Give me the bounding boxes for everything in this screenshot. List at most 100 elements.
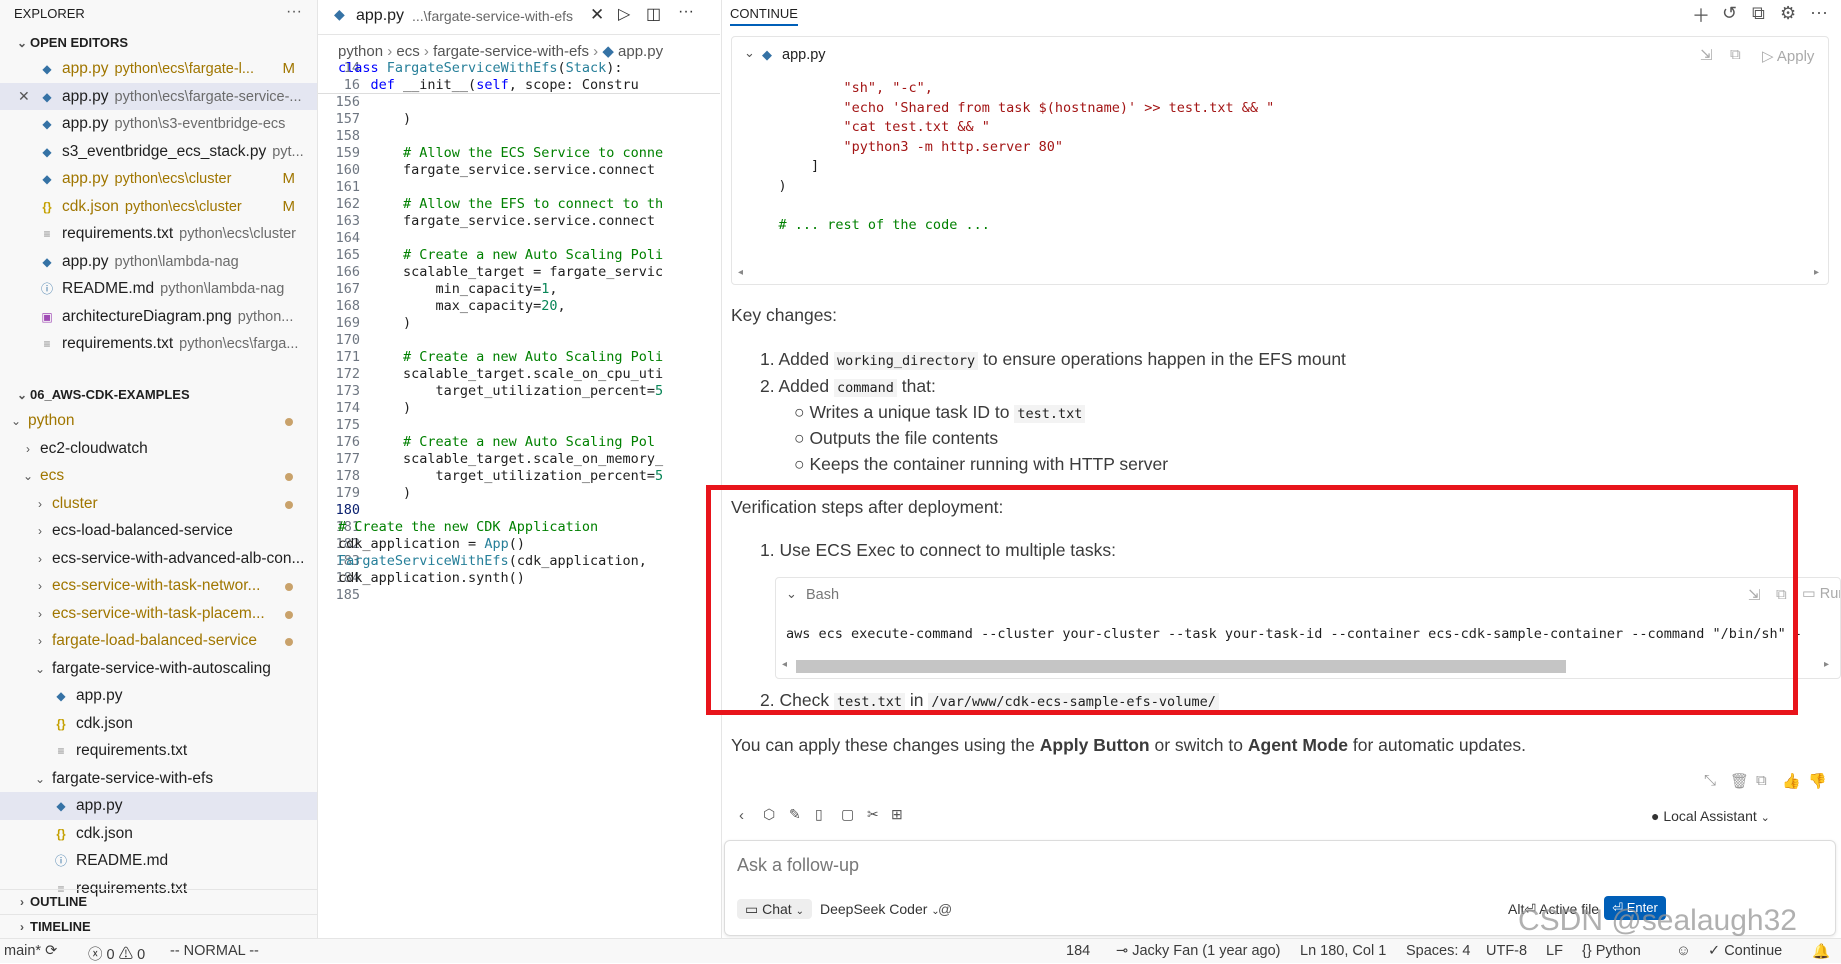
mention-button[interactable]: @: [938, 899, 952, 919]
thumbs-up-icon[interactable]: 👍: [1782, 772, 1801, 790]
tree-item[interactable]: ⌄ fargate-service-with-efs: [0, 765, 317, 793]
more-actions-icon[interactable]: ···: [678, 3, 694, 21]
tree-item[interactable]: ⓘ README.md: [0, 847, 317, 875]
copilot-icon[interactable]: ☺: [1676, 943, 1691, 959]
bell-icon[interactable]: 🔔: [1812, 943, 1830, 960]
copy-icon[interactable]: ⧉: [1730, 46, 1741, 63]
scroll-right-icon[interactable]: ▸: [1814, 267, 1819, 278]
breadcrumb-item[interactable]: ecs: [396, 43, 419, 60]
workspace-header[interactable]: ⌄ 06_AWS-CDK-EXAMPLES: [0, 383, 317, 407]
chevron-right-icon: ›: [38, 496, 42, 511]
open-editor-item[interactable]: ▣ architectureDiagram.png python...: [0, 303, 317, 331]
split-editor-icon[interactable]: ◫: [646, 4, 661, 24]
workspace-section: ⌄ 06_AWS-CDK-EXAMPLES ⌄ python › ec2-cloudwa…: [0, 383, 317, 902]
history-icon[interactable]: ↺: [1722, 3, 1737, 24]
open-external-icon[interactable]: ⧉: [1752, 3, 1765, 24]
sticky-scroll-divider: [318, 93, 720, 94]
open-editor-item[interactable]: {} cdk.json python\ecs\cluster M: [0, 193, 317, 221]
open-editor-item[interactable]: ◆ s3_eventbridge_ecs_stack.py pyt...: [0, 138, 317, 166]
tree-item[interactable]: ⌄ ecs: [0, 462, 317, 490]
grid-icon[interactable]: ⊞: [891, 806, 903, 823]
chevron-left-icon[interactable]: ‹: [739, 807, 744, 824]
open-editor-item[interactable]: ✕ ◆ app.py python\ecs\fargate-service-...: [0, 82, 317, 111]
run-button[interactable]: ▭ Run: [1802, 586, 1840, 602]
tree-item[interactable]: ⌄ python: [0, 407, 317, 435]
open-editor-item[interactable]: ◆ app.py python\s3-eventbridge-ecs: [0, 110, 317, 138]
more-actions-icon[interactable]: ···: [286, 3, 302, 21]
tree-item[interactable]: › ec2-cloudwatch: [0, 435, 317, 463]
more-actions-icon[interactable]: ···: [1810, 2, 1828, 23]
open-editors-header[interactable]: ⌄ OPEN EDITORS: [0, 31, 317, 55]
breadcrumb-item[interactable]: app.py: [618, 43, 663, 60]
tree-item[interactable]: › ecs-service-with-task-placem...: [0, 600, 317, 628]
chevron-down-icon[interactable]: ⌄: [786, 586, 797, 602]
tree-item[interactable]: ⌄ fargate-service-with-autoscaling: [0, 655, 317, 683]
open-editor-item[interactable]: ≡ requirements.txt python\ecs\cluster: [0, 220, 317, 248]
model-selector[interactable]: DeepSeek Coder ⌄: [820, 899, 940, 922]
copy-icon[interactable]: ⧉: [1756, 772, 1767, 789]
tree-item[interactable]: › cluster: [0, 490, 317, 518]
open-editor-item[interactable]: ≡ requirements.txt python\ecs\farga...: [0, 330, 317, 358]
line-number: 156: [335, 94, 360, 110]
book-icon[interactable]: ▯: [815, 806, 823, 823]
open-editor-item[interactable]: ◆ app.py python\lambda-nag: [0, 248, 317, 276]
open-editor-item[interactable]: ◆ app.py python\ecs\fargate-l... M: [0, 55, 317, 83]
git-blame[interactable]: ⊸ Jacky Fan (1 year ago): [1116, 943, 1280, 959]
tree-item[interactable]: {} cdk.json: [0, 820, 317, 848]
tree-item[interactable]: › ecs-service-with-task-networ...: [0, 572, 317, 600]
horizontal-scrollbar[interactable]: [796, 660, 1566, 673]
thumbs-down-icon[interactable]: 👎: [1808, 772, 1827, 790]
code-area[interactable]: 14 class FargateServiceWithEfs(Stack): 16 …: [318, 60, 720, 700]
apply-button[interactable]: ▷ Apply: [1762, 47, 1814, 65]
close-icon[interactable]: ✕: [18, 83, 40, 111]
branch-indicator[interactable]: main* ⟳: [4, 943, 57, 959]
gear-icon[interactable]: ⚙: [1780, 3, 1796, 24]
pencil-icon[interactable]: ✎: [789, 806, 801, 823]
copy-icon[interactable]: ⧉: [1776, 586, 1787, 603]
collapse-icon[interactable]: ⤡: [1704, 772, 1716, 789]
close-icon[interactable]: ✕: [590, 5, 604, 25]
language-mode[interactable]: {} Python: [1582, 943, 1641, 959]
file-path: python...: [237, 308, 294, 325]
tree-item[interactable]: › ecs-load-balanced-service: [0, 517, 317, 545]
open-editor-item[interactable]: ◆ app.py python\ecs\cluster M: [0, 165, 317, 193]
scroll-left-icon[interactable]: ◂: [738, 267, 743, 278]
insert-icon[interactable]: ⇲: [1700, 46, 1713, 64]
end-of-line[interactable]: LF: [1546, 943, 1563, 959]
tree-item[interactable]: {} cdk.json: [0, 710, 317, 738]
tree-item[interactable]: ◆ app.py: [0, 682, 317, 710]
open-editor-item[interactable]: ⓘ README.md python\lambda-nag: [0, 275, 317, 303]
trash-icon[interactable]: 🗑: [1730, 772, 1749, 790]
chevron-down-icon: ⌄: [10, 414, 22, 428]
breadcrumb-item[interactable]: fargate-service-with-efs: [433, 43, 589, 60]
scroll-right-icon[interactable]: ▸: [1824, 659, 1829, 670]
cursor-position[interactable]: Ln 180, Col 1: [1300, 943, 1386, 959]
problems-indicator[interactable]: ⓧ 0 ⚠ 0: [88, 943, 145, 964]
comment-icon[interactable]: ▢: [841, 806, 854, 823]
mode-selector[interactable]: ▭ Chat ⌄: [737, 899, 812, 919]
run-icon[interactable]: ▷: [618, 4, 630, 24]
continue-tab[interactable]: CONTINUE: [730, 6, 798, 26]
encoding[interactable]: UTF-8: [1486, 943, 1527, 959]
code-line: 184 cdk_application.synth(): [318, 570, 720, 587]
file-name: app.py: [62, 115, 109, 132]
indentation[interactable]: Spaces: 4: [1406, 943, 1471, 959]
breadcrumb-item[interactable]: python: [338, 43, 383, 60]
outline-header[interactable]: › OUTLINE: [0, 889, 317, 914]
tree-item[interactable]: ◆ app.py: [0, 792, 317, 820]
scroll-left-icon[interactable]: ◂: [782, 659, 787, 670]
tree-item[interactable]: ≡ requirements.txt: [0, 737, 317, 765]
timeline-header[interactable]: › TIMELINE: [0, 914, 317, 939]
code-line: "cat test.txt && ": [746, 119, 990, 135]
insert-icon[interactable]: ⇲: [1748, 586, 1761, 604]
cube-icon[interactable]: ⬡: [763, 806, 775, 823]
tools-icon[interactable]: ✂: [867, 806, 879, 823]
editor-tab[interactable]: ◆ app.py ...\fargate-service-with-efs ✕ …: [318, 0, 720, 35]
breadcrumb: python › ecs › fargate-service-with-efs …: [338, 43, 664, 60]
chevron-down-icon[interactable]: ⌄: [744, 45, 755, 61]
assistant-selector[interactable]: ● Local Assistant ⌄: [1651, 808, 1770, 824]
continue-status[interactable]: ✓ Continue: [1708, 943, 1782, 959]
tree-item[interactable]: › ecs-service-with-advanced-alb-con...: [0, 545, 317, 573]
tree-item[interactable]: › fargate-load-balanced-service: [0, 627, 317, 655]
plus-icon[interactable]: ＋: [1692, 2, 1710, 28]
